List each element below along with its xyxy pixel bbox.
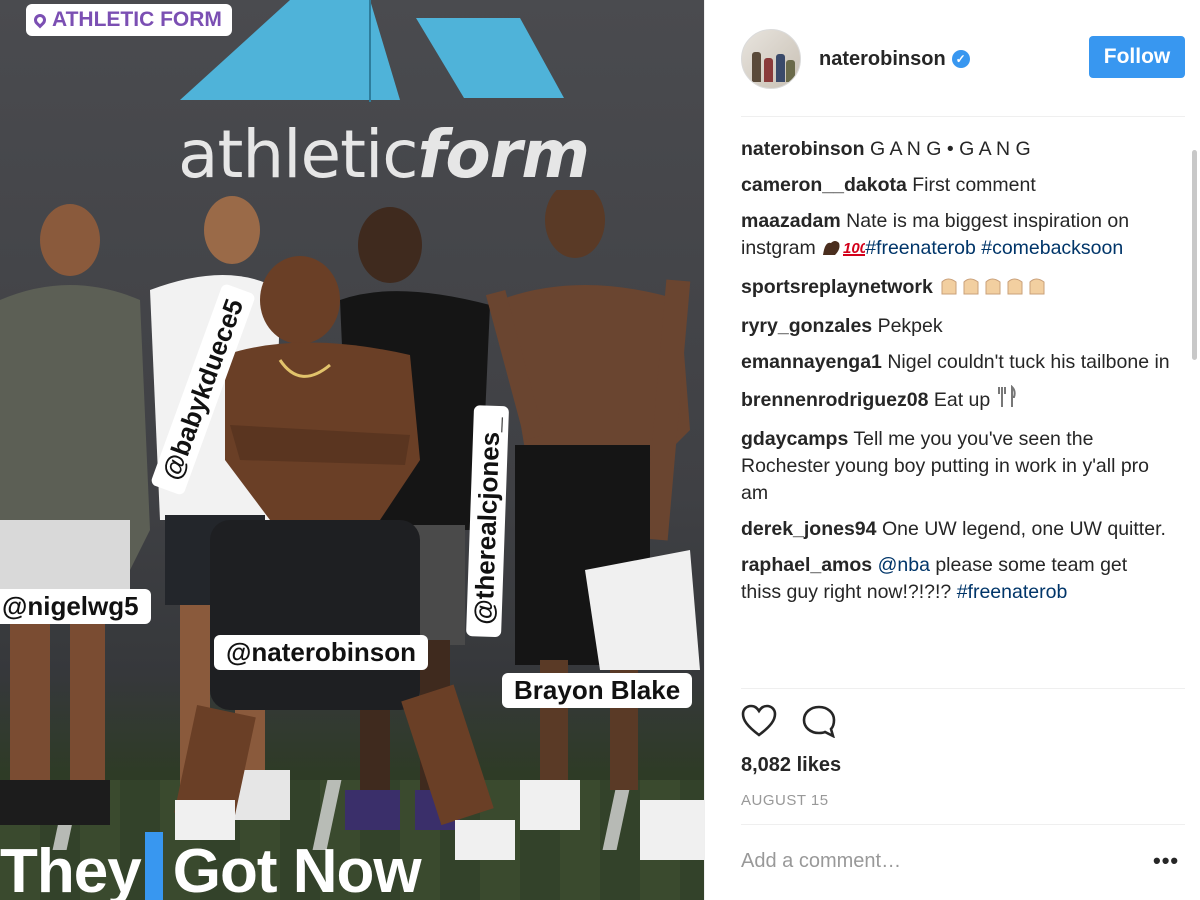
comment-user[interactable]: emannayenga1: [741, 351, 882, 373]
divider: [741, 688, 1185, 689]
caption-cursor-bar: [144, 832, 163, 900]
comment-user[interactable]: cameron__dakota: [741, 174, 907, 196]
comment-item: ryry_gonzales Pekpek: [741, 313, 1171, 340]
divider: [741, 824, 1185, 825]
comment-item: brennenrodriguez08 Eat up: [741, 384, 1171, 417]
mention-link[interactable]: @nba: [878, 554, 930, 576]
comment-user[interactable]: gdaycamps: [741, 428, 848, 450]
caption-right: Got Now: [172, 837, 422, 900]
comment-item: maazadam Nate is ma biggest inspiration …: [741, 208, 1171, 265]
add-comment-input[interactable]: [741, 850, 1101, 873]
location-sticker: ATHLETIC FORM: [26, 4, 232, 36]
comment-text: One UW legend, one UW quitter.: [881, 518, 1166, 540]
post-photo[interactable]: athleticform ATHLETIC FORM @babykduece5 …: [0, 0, 704, 900]
comment-user[interactable]: derek_jones94: [741, 518, 877, 540]
comment-text: First comment: [912, 174, 1036, 196]
clapping-hands-emoji-icon: [938, 276, 1048, 304]
group-photo-people: [0, 190, 704, 860]
follow-button[interactable]: Follow: [1089, 36, 1185, 78]
location-pin-icon: [31, 11, 49, 29]
username[interactable]: naterobinson: [819, 48, 946, 71]
comment-item: gdaycamps Tell me you you've seen the Ro…: [741, 426, 1171, 507]
post-actions: [741, 704, 837, 738]
comment-text: Eat up: [933, 389, 991, 411]
comments-scrollbar[interactable]: [1192, 150, 1197, 360]
post-sidebar: naterobinson ✓ Follow naterobinson G A N…: [704, 0, 1200, 900]
comment-item: cameron__dakota First comment: [741, 172, 1171, 199]
tag-naterobinson[interactable]: @naterobinson: [214, 635, 429, 670]
avatar[interactable]: [741, 29, 801, 89]
comment-user[interactable]: naterobinson: [741, 138, 865, 160]
photo-caption: They Got Now: [0, 832, 422, 900]
flexed-biceps-emoji-icon: [821, 237, 843, 265]
heart-icon[interactable]: [741, 704, 777, 738]
hundred-points-emoji-icon: 100: [843, 237, 869, 265]
comment-item: sportsreplaynetwork: [741, 274, 1171, 304]
post-header: naterobinson ✓ Follow: [741, 28, 1185, 90]
hashtag-link[interactable]: #comebacksoon: [981, 237, 1123, 259]
divider: [741, 116, 1185, 117]
location-sticker-label: ATHLETIC FORM: [52, 8, 222, 31]
comment-user[interactable]: ryry_gonzales: [741, 315, 872, 337]
tag-brayon-blake[interactable]: Brayon Blake: [502, 673, 693, 708]
athletic-form-wordmark: athleticform: [178, 116, 590, 193]
comment-user[interactable]: maazadam: [741, 210, 841, 232]
comment-item: naterobinson G A N G • G A N G: [741, 136, 1171, 163]
comment-user[interactable]: sportsreplaynetwork: [741, 276, 933, 298]
athletic-form-logo-icon: [180, 0, 564, 102]
comment-text: Nigel couldn't tuck his tailbone in: [887, 351, 1170, 373]
comment-icon[interactable]: [801, 704, 837, 738]
tag-nigelwg5[interactable]: @nigelwg5: [0, 589, 151, 624]
comment-text: G A N G • G A N G: [869, 138, 1031, 160]
comment-item: derek_jones94 One UW legend, one UW quit…: [741, 516, 1171, 543]
likes-count[interactable]: 8,082 likes: [741, 754, 841, 777]
comment-item: raphael_amos @nba please some team get t…: [741, 552, 1171, 606]
comment-user[interactable]: raphael_amos: [741, 554, 872, 576]
comment-user[interactable]: brennenrodriguez08: [741, 389, 928, 411]
caption-left: They: [0, 837, 142, 900]
hashtag-link[interactable]: #freenaterob: [865, 237, 976, 259]
post-date[interactable]: AUGUST 15: [741, 792, 829, 809]
comment-text: Pekpek: [877, 315, 943, 337]
comments-list: naterobinson G A N G • G A N G cameron__…: [741, 136, 1171, 690]
comment-item: emannayenga1 Nigel couldn't tuck his tai…: [741, 349, 1171, 376]
instagram-post: athleticform ATHLETIC FORM @babykduece5 …: [0, 0, 1200, 900]
verified-badge-icon: ✓: [951, 50, 970, 68]
fork-and-knife-emoji-icon: [996, 384, 1018, 417]
more-options-button[interactable]: •••: [1153, 848, 1179, 874]
hashtag-link[interactable]: #freenaterob: [957, 581, 1068, 603]
